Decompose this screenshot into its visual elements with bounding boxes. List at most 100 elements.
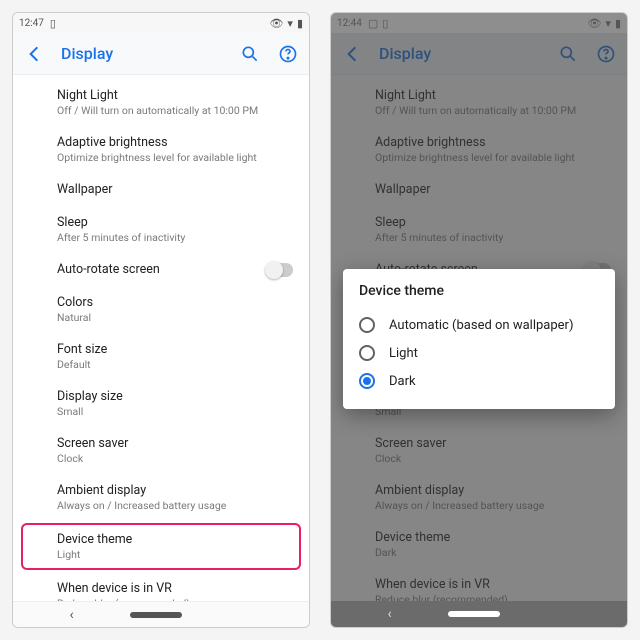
option-label: Automatic (based on wallpaper) (389, 318, 574, 333)
item-title: Device theme (375, 530, 613, 545)
nav-home-pill[interactable] (448, 611, 500, 617)
back-button[interactable] (341, 43, 363, 65)
image-icon: ▢ (368, 18, 378, 29)
item-title: Ambient display (57, 483, 295, 498)
item-sub: Default (57, 358, 295, 371)
clock: 12:44 (337, 18, 362, 29)
item-sub: Reduce blur (recommended) (57, 597, 295, 601)
item-title: Night Light (57, 88, 295, 103)
item-sub: Off / Will turn on automatically at 10:0… (375, 104, 613, 117)
device-theme-dialog: Device theme Automatic (based on wallpap… (343, 269, 615, 409)
battery-icon: ▮ (297, 18, 303, 29)
item-title: Auto-rotate screen (57, 262, 265, 277)
item-title: When device is in VR (57, 581, 295, 596)
item-sub: After 5 minutes of inactivity (57, 231, 295, 244)
status-bar: 12:44 ▢ ▯ 👁 ▾ ▮ (331, 13, 627, 33)
nav-bar: ‹ (13, 601, 309, 627)
item-title: Display size (57, 389, 295, 404)
item-adaptive-brightness[interactable]: Adaptive brightness Optimize brightness … (13, 126, 309, 173)
item-sub: Dark (375, 546, 613, 559)
item-adaptive-brightness[interactable]: Adaptive brightness Optimize brightness … (331, 126, 627, 173)
item-title: Font size (57, 342, 295, 357)
item-device-theme[interactable]: Device theme Light (21, 523, 301, 570)
battery-icon: ▮ (615, 18, 621, 29)
radio-icon[interactable] (359, 317, 375, 333)
dialog-title: Device theme (359, 283, 599, 299)
item-sub: Clock (375, 452, 613, 465)
search-button[interactable] (239, 43, 261, 65)
item-screen-saver[interactable]: Screen saver Clock (13, 427, 309, 474)
item-title: Wallpaper (375, 182, 613, 197)
item-title: Adaptive brightness (57, 135, 295, 150)
nav-back-icon[interactable]: ‹ (69, 607, 73, 623)
item-vr[interactable]: When device is in VR Reduce blur (recomm… (13, 572, 309, 601)
page-title: Display (61, 44, 113, 63)
portrait-icon: ▯ (382, 18, 388, 29)
item-colors[interactable]: Colors Natural (13, 286, 309, 333)
item-vr[interactable]: When device is in VR Reduce blur (recomm… (331, 568, 627, 601)
phone-right: 12:44 ▢ ▯ 👁 ▾ ▮ Display Night Light Off … (330, 12, 628, 628)
page-title: Display (379, 44, 431, 63)
radio-icon[interactable] (359, 373, 375, 389)
item-title: Sleep (57, 215, 295, 230)
item-sub: Natural (57, 311, 295, 324)
wifi-icon: ▾ (605, 18, 611, 29)
item-screen-saver[interactable]: Screen saver Clock (331, 427, 627, 474)
item-sub: Off / Will turn on automatically at 10:0… (57, 104, 295, 117)
item-ambient-display[interactable]: Ambient display Always on / Increased ba… (13, 474, 309, 521)
back-button[interactable] (23, 43, 45, 65)
settings-list[interactable]: Night Light Off / Will turn on automatic… (13, 75, 309, 601)
nav-bar: ‹ (331, 601, 627, 627)
item-sub: Small (57, 405, 295, 418)
item-ambient-display[interactable]: Ambient display Always on / Increased ba… (331, 474, 627, 521)
item-sub: After 5 minutes of inactivity (375, 231, 613, 244)
radio-icon[interactable] (359, 345, 375, 361)
item-title: Night Light (375, 88, 613, 103)
item-title: Sleep (375, 215, 613, 230)
search-button[interactable] (557, 43, 579, 65)
wifi-icon: ▾ (287, 18, 293, 29)
item-title: When device is in VR (375, 577, 613, 592)
option-label: Dark (389, 374, 416, 389)
item-title: Ambient display (375, 483, 613, 498)
item-sub: Always on / Increased battery usage (375, 499, 613, 512)
item-title: Device theme (57, 532, 287, 547)
item-sub: Optimize brightness level for available … (375, 151, 613, 164)
portrait-icon: ▯ (50, 18, 56, 29)
option-label: Light (389, 346, 418, 361)
status-bar: 12:47 ▯ 👁 ▾ ▮ (13, 13, 309, 33)
item-sub: Always on / Increased battery usage (57, 499, 295, 512)
app-bar: Display (331, 33, 627, 75)
item-sleep[interactable]: Sleep After 5 minutes of inactivity (13, 206, 309, 253)
option-light[interactable]: Light (359, 339, 599, 367)
item-device-theme[interactable]: Device theme Dark (331, 521, 627, 568)
item-title: Screen saver (57, 436, 295, 451)
item-sub: Optimize brightness level for available … (57, 151, 295, 164)
item-title: Adaptive brightness (375, 135, 613, 150)
item-title: Colors (57, 295, 295, 310)
eye-icon: 👁 (269, 18, 283, 29)
item-sleep[interactable]: Sleep After 5 minutes of inactivity (331, 206, 627, 253)
item-wallpaper[interactable]: Wallpaper (13, 173, 309, 206)
item-display-size[interactable]: Display size Small (13, 380, 309, 427)
help-button[interactable] (277, 43, 299, 65)
nav-home-pill[interactable] (130, 612, 182, 618)
phone-left: 12:47 ▯ 👁 ▾ ▮ Display Night Light Off / … (12, 12, 310, 628)
eye-icon: 👁 (587, 18, 601, 29)
item-night-light[interactable]: Night Light Off / Will turn on automatic… (331, 79, 627, 126)
app-bar: Display (13, 33, 309, 75)
item-font-size[interactable]: Font size Default (13, 333, 309, 380)
clock: 12:47 (19, 18, 44, 29)
item-auto-rotate[interactable]: Auto-rotate screen (13, 253, 309, 286)
item-sub: Light (57, 548, 287, 561)
option-dark[interactable]: Dark (359, 367, 599, 395)
nav-back-icon[interactable]: ‹ (387, 606, 391, 622)
toggle-switch[interactable] (265, 263, 293, 277)
item-sub: Clock (57, 452, 295, 465)
help-button[interactable] (595, 43, 617, 65)
item-title: Wallpaper (57, 182, 295, 197)
item-night-light[interactable]: Night Light Off / Will turn on automatic… (13, 79, 309, 126)
item-wallpaper[interactable]: Wallpaper (331, 173, 627, 206)
option-automatic[interactable]: Automatic (based on wallpaper) (359, 311, 599, 339)
item-title: Screen saver (375, 436, 613, 451)
